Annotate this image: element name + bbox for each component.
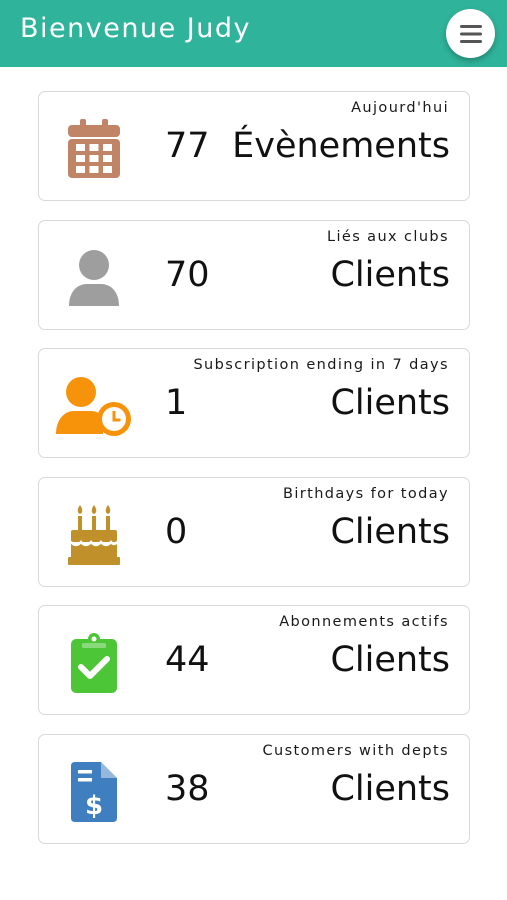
app-bar: Bienvenue Judy — [0, 0, 507, 67]
card-caption: Customers with depts — [262, 742, 449, 759]
active-subscriptions-card[interactable]: Abonnements actifs 44 Clients — [38, 605, 470, 715]
card-unit: Clients — [330, 254, 450, 295]
clipboard-check-icon — [63, 632, 125, 694]
events-today-card[interactable]: Aujourd'hui 77 Évènements — [38, 91, 470, 201]
card-caption: Subscription ending in 7 days — [193, 357, 449, 373]
card-unit: Clients — [330, 640, 450, 680]
card-caption: Aujourd'hui — [351, 100, 449, 116]
card-unit: Clients — [330, 511, 450, 552]
card-caption: Birthdays for today — [282, 485, 449, 502]
birthdays-card[interactable]: Birthdays for today 0 Clients — [38, 476, 470, 587]
card-unit: Évènements — [232, 126, 450, 166]
card-caption: Liés aux clubs — [326, 228, 449, 245]
card-count: 44 — [165, 640, 210, 680]
customers-with-debts-card[interactable]: $ Customers with depts 38 Clients — [38, 733, 470, 844]
stats-card-list: Aujourd'hui 77 Évènements Liés aux clubs… — [38, 91, 470, 862]
subscription-ending-card[interactable]: Subscription ending in 7 days 1 Clients — [38, 348, 470, 458]
calendar-icon — [63, 118, 125, 180]
card-caption: Abonnements actifs — [279, 614, 449, 630]
card-count: 0 — [165, 511, 188, 552]
birthday-cake-icon — [63, 504, 125, 566]
hamburger-menu-icon — [459, 24, 482, 43]
card-count: 77 — [165, 126, 210, 166]
card-unit: Clients — [330, 768, 450, 809]
user-clock-icon — [55, 375, 133, 437]
card-count: 1 — [165, 383, 188, 423]
card-count: 38 — [165, 768, 210, 809]
svg-text:$: $ — [85, 791, 103, 821]
club-clients-card[interactable]: Liés aux clubs 70 Clients — [38, 219, 470, 330]
card-count: 70 — [165, 254, 210, 295]
card-unit: Clients — [330, 383, 450, 423]
menu-button[interactable] — [446, 9, 495, 58]
page-title: Bienvenue Judy — [20, 13, 251, 44]
invoice-dollar-icon: $ — [63, 761, 125, 823]
user-icon — [63, 247, 125, 309]
